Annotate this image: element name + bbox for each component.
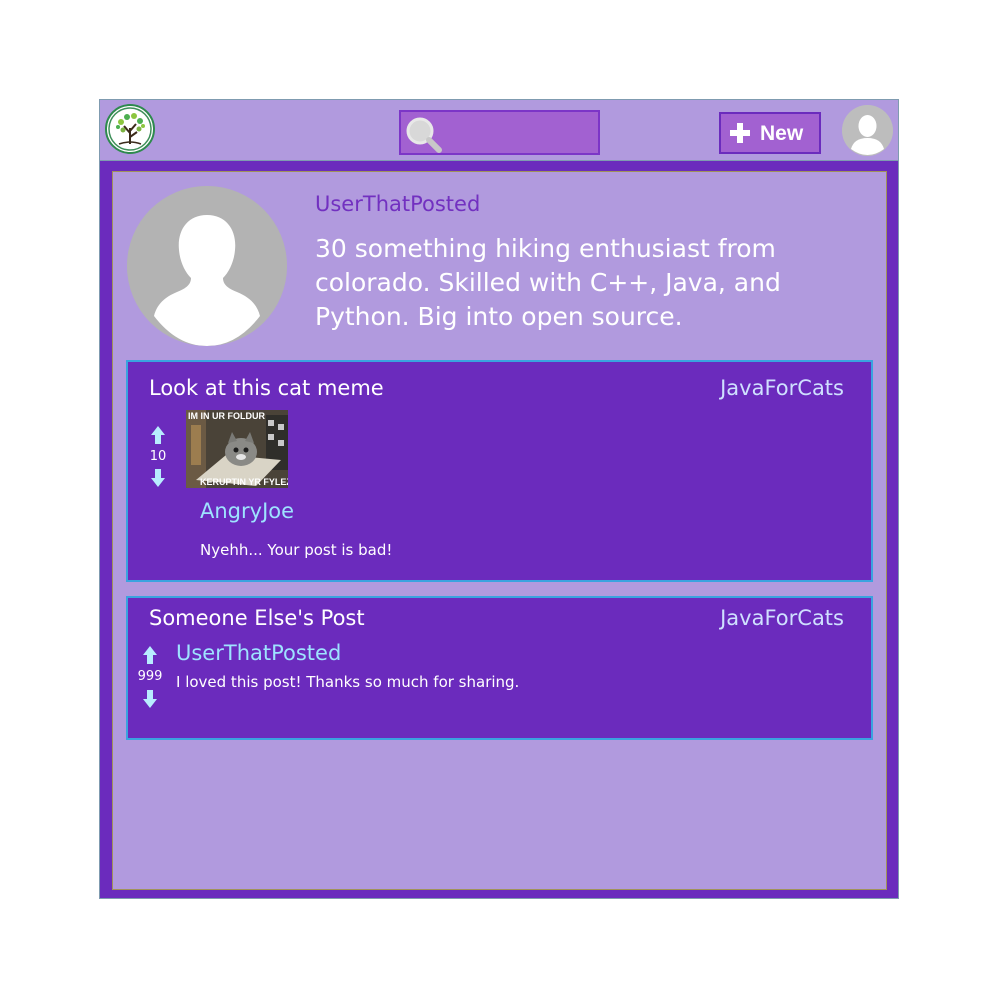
- user-avatar-icon[interactable]: [842, 105, 893, 156]
- tree-logo-icon[interactable]: [105, 104, 155, 154]
- app-window: New UserThatPosted 30 something hiking e…: [99, 99, 899, 899]
- comment-author[interactable]: UserThatPosted: [176, 641, 341, 665]
- vote-count: 10: [149, 449, 167, 464]
- comment-text: I loved this post! Thanks so much for sh…: [176, 673, 520, 691]
- post-community[interactable]: JavaForCats: [720, 606, 844, 630]
- user-silhouette-icon: [127, 186, 287, 346]
- comment-text: Nyehh... Your post is bad!: [200, 541, 393, 559]
- downvote-arrow-icon[interactable]: [151, 469, 165, 487]
- profile-bio: 30 something hiking enthusiast from colo…: [315, 234, 781, 331]
- upvote-arrow-icon[interactable]: [143, 646, 157, 664]
- post-card: Look at this cat meme JavaForCats 10 IM …: [126, 360, 873, 582]
- post-title[interactable]: Look at this cat meme: [149, 376, 384, 400]
- post-card: Someone Else's Post JavaForCats 999 User…: [126, 596, 873, 740]
- plus-icon: [730, 123, 750, 143]
- post-community[interactable]: JavaForCats: [720, 376, 844, 400]
- downvote-arrow-icon[interactable]: [143, 690, 157, 708]
- meme-bottom-caption: KERUPTIN YR FYLEZ: [200, 477, 288, 487]
- upvote-arrow-icon[interactable]: [151, 426, 165, 444]
- new-button-label: New: [760, 122, 804, 145]
- profile-username[interactable]: UserThatPosted: [315, 192, 480, 216]
- new-post-button[interactable]: New: [719, 112, 821, 154]
- search-input[interactable]: [399, 110, 600, 155]
- profile-panel: UserThatPosted 30 something hiking enthu…: [112, 171, 887, 890]
- comment-author[interactable]: AngryJoe: [200, 499, 294, 523]
- post-title[interactable]: Someone Else's Post: [149, 606, 365, 630]
- search-icon: [406, 117, 442, 153]
- vote-count: 999: [137, 669, 163, 684]
- top-navbar: New: [100, 100, 898, 161]
- cat-meme-image[interactable]: IM IN UR FOLDUR KERUPTIN YR FYLEZ: [186, 410, 288, 488]
- meme-top-caption: IM IN UR FOLDUR: [188, 411, 265, 421]
